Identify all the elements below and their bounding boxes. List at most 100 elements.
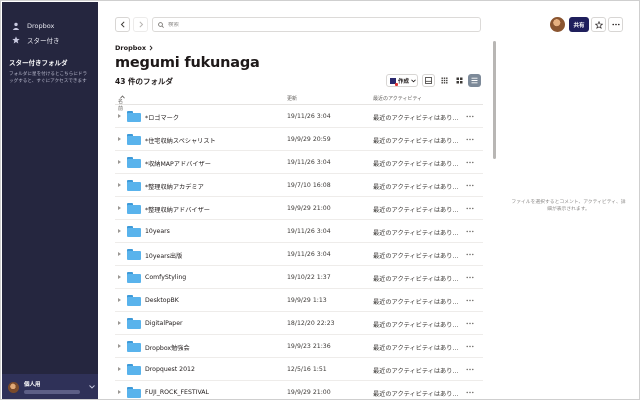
folder-icon bbox=[127, 249, 141, 260]
breadcrumb-root[interactable]: Dropbox bbox=[115, 44, 146, 52]
recent-activity: 最近のアクティビティはあり... bbox=[373, 345, 459, 352]
grid-icon bbox=[456, 77, 463, 84]
view-grid-button[interactable] bbox=[453, 74, 466, 87]
folder-name[interactable]: *収納MAPアドバイザー bbox=[145, 159, 211, 168]
more-options-icon[interactable] bbox=[464, 226, 476, 236]
modified-date: 19/11/26 3:04 bbox=[287, 113, 331, 120]
sidebar-item-starred[interactable]: スター付き bbox=[2, 33, 98, 47]
expand-arrow-icon[interactable] bbox=[118, 252, 121, 256]
search-input[interactable] bbox=[168, 21, 468, 28]
create-label: 作成 bbox=[398, 78, 410, 85]
folder-icon bbox=[127, 318, 141, 329]
folder-name[interactable]: DigitalPaper bbox=[145, 320, 183, 327]
folder-name[interactable]: *ロゴマーク bbox=[145, 113, 179, 122]
expand-arrow-icon[interactable] bbox=[118, 160, 121, 164]
chevron-down-icon bbox=[411, 79, 416, 82]
folder-name[interactable]: FUJI_ROCK_FESTIVAL bbox=[145, 389, 209, 396]
scrollbar[interactable] bbox=[493, 41, 496, 159]
modified-date: 19/11/26 3:04 bbox=[287, 228, 331, 235]
more-options-icon[interactable] bbox=[464, 387, 476, 397]
expand-arrow-icon[interactable] bbox=[118, 344, 121, 348]
more-options-icon[interactable] bbox=[464, 341, 476, 351]
table-row[interactable]: *整理収納アカデミア 19/7/10 16:08 最近のアクティビティはあり..… bbox=[115, 174, 483, 197]
share-button[interactable]: 共有 bbox=[569, 17, 589, 32]
preview-pane-toggle[interactable] bbox=[422, 74, 435, 87]
expand-arrow-icon[interactable] bbox=[118, 229, 121, 233]
table-row[interactable]: FUJI_ROCK_FESTIVAL 19/9/29 21:00 最近のアクティ… bbox=[115, 381, 483, 399]
page-title: megumi fukunaga bbox=[115, 55, 260, 71]
forward-button[interactable] bbox=[133, 17, 148, 32]
table-row[interactable]: *整理収納アドバイザー 19/9/29 21:00 最近のアクティビティはあり.… bbox=[115, 197, 483, 220]
recent-activity: 最近のアクティビティはあり... bbox=[373, 322, 459, 329]
star-icon bbox=[594, 20, 603, 29]
folder-icon bbox=[127, 364, 141, 375]
more-options-icon[interactable] bbox=[464, 272, 476, 282]
more-options-icon[interactable] bbox=[464, 111, 476, 121]
modified-date: 19/9/29 21:00 bbox=[287, 389, 331, 396]
expand-arrow-icon[interactable] bbox=[118, 183, 121, 187]
more-options-button[interactable] bbox=[608, 17, 623, 32]
table-row[interactable]: Dropbox勉強会 19/9/23 21:36 最近のアクティビティはあり..… bbox=[115, 335, 483, 358]
table-row[interactable]: *収納MAPアドバイザー 19/11/26 3:04 最近のアクティビティはあり… bbox=[115, 151, 483, 174]
breadcrumb[interactable]: Dropbox bbox=[115, 44, 153, 52]
expand-arrow-icon[interactable] bbox=[118, 298, 121, 302]
table-row[interactable]: DigitalPaper 18/12/20 22:23 最近のアクティビティはあ… bbox=[115, 312, 483, 335]
more-options-icon[interactable] bbox=[464, 249, 476, 259]
recent-activity: 最近のアクティビティはあり... bbox=[373, 230, 459, 237]
more-options-icon[interactable] bbox=[464, 318, 476, 328]
create-button[interactable]: 作成 bbox=[386, 74, 418, 87]
folder-name[interactable]: 10years出版 bbox=[145, 251, 182, 260]
expand-arrow-icon[interactable] bbox=[118, 137, 121, 141]
column-header-modified[interactable]: 更新 bbox=[287, 95, 297, 102]
folder-name[interactable]: *整理収納アカデミア bbox=[145, 182, 204, 191]
more-options-icon[interactable] bbox=[464, 295, 476, 305]
modified-date: 19/7/10 16:08 bbox=[287, 182, 331, 189]
user-icon bbox=[11, 21, 21, 31]
sidebar-item-dropbox[interactable]: Dropbox bbox=[2, 19, 98, 33]
modified-date: 12/5/16 1:51 bbox=[287, 366, 327, 373]
table-row[interactable]: DesktopBK 19/9/29 1:13 最近のアクティビティはあり... bbox=[115, 289, 483, 312]
folder-icon bbox=[127, 226, 141, 237]
column-header-name[interactable]: 名前 bbox=[118, 95, 125, 112]
column-header-activity[interactable]: 最近のアクティビティ bbox=[373, 95, 422, 102]
folder-icon bbox=[127, 180, 141, 191]
table-row[interactable]: 10years 19/11/26 3:04 最近のアクティビティはあり... bbox=[115, 220, 483, 243]
table-row[interactable]: *住宅収納スペシャリスト 19/9/29 20:59 最近のアクティビティはあり… bbox=[115, 128, 483, 151]
account-plan: 個人用 bbox=[24, 382, 41, 388]
more-options-icon[interactable] bbox=[464, 134, 476, 144]
star-button[interactable] bbox=[591, 17, 606, 32]
more-options-icon[interactable] bbox=[464, 157, 476, 167]
folder-icon bbox=[127, 134, 141, 145]
folder-name[interactable]: DesktopBK bbox=[145, 297, 179, 304]
table-row[interactable]: *ロゴマーク 19/11/26 3:04 最近のアクティビティはあり... bbox=[115, 105, 483, 128]
create-icon bbox=[390, 77, 398, 86]
expand-arrow-icon[interactable] bbox=[118, 206, 121, 210]
folder-name[interactable]: Dropbox勉強会 bbox=[145, 343, 190, 352]
view-grid-small-button[interactable] bbox=[438, 74, 451, 87]
table-row[interactable]: ComfyStyling 19/10/22 1:37 最近のアクティビティはあり… bbox=[115, 266, 483, 289]
more-options-icon[interactable] bbox=[464, 180, 476, 190]
folder-name[interactable]: 10years bbox=[145, 228, 170, 235]
expand-arrow-icon[interactable] bbox=[118, 390, 121, 394]
folder-name[interactable]: *住宅収納スペシャリスト bbox=[145, 136, 216, 145]
avatar[interactable] bbox=[550, 17, 565, 32]
grid-small-icon bbox=[441, 77, 448, 84]
modified-date: 19/10/22 1:37 bbox=[287, 274, 331, 281]
folder-name[interactable]: Dropquest 2012 bbox=[145, 366, 195, 373]
table-row[interactable]: 10years出版 19/11/26 3:04 最近のアクティビティはあり... bbox=[115, 243, 483, 266]
account-switcher[interactable]: 個人用 bbox=[2, 374, 98, 399]
folder-icon bbox=[127, 111, 141, 122]
folder-name[interactable]: ComfyStyling bbox=[145, 274, 186, 281]
more-options-icon[interactable] bbox=[464, 203, 476, 213]
expand-arrow-icon[interactable] bbox=[118, 275, 121, 279]
expand-arrow-icon[interactable] bbox=[118, 321, 121, 325]
folder-name[interactable]: *整理収納アドバイザー bbox=[145, 205, 210, 214]
search-bar[interactable] bbox=[152, 17, 481, 32]
view-list-button[interactable] bbox=[468, 74, 481, 87]
expand-arrow-icon[interactable] bbox=[118, 367, 121, 371]
table-row[interactable]: Dropquest 2012 12/5/16 1:51 最近のアクティビティはあ… bbox=[115, 358, 483, 381]
sidebar-item-label: スター付き bbox=[27, 37, 60, 45]
expand-arrow-icon[interactable] bbox=[118, 114, 121, 118]
back-button[interactable] bbox=[115, 17, 130, 32]
more-options-icon[interactable] bbox=[464, 364, 476, 374]
